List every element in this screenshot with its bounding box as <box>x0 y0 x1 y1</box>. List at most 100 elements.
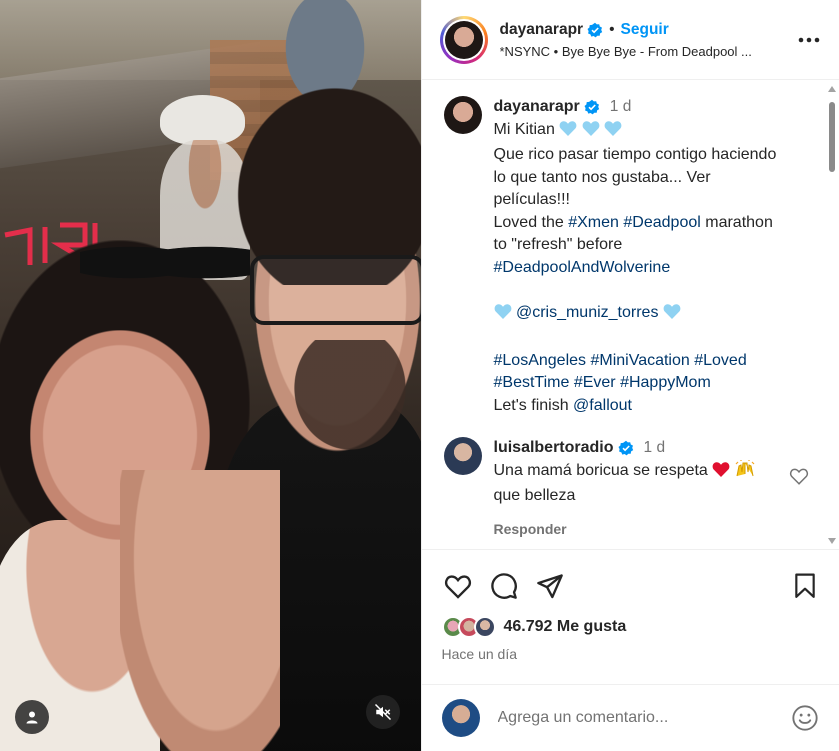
blue-heart-icon <box>582 120 600 145</box>
comment-item: luisalbertoradio 1 d Una mamá boricua se… <box>422 417 839 540</box>
bookmark-icon <box>795 573 815 598</box>
post-header: dayanarapr • Seguir *NSYNC • Bye Bye Bye… <box>421 0 839 80</box>
author-avatar-story-ring[interactable] <box>439 15 488 64</box>
comment-line-1: Una mamá boricua se respeta <box>493 459 782 486</box>
hashtag-besttime[interactable]: #BestTime <box>494 374 570 391</box>
heart-icon <box>444 575 471 599</box>
comment-time[interactable]: 1 d <box>644 437 666 460</box>
comment-line-2: que belleza <box>493 487 576 504</box>
user-icon <box>26 711 38 724</box>
avatar <box>443 96 482 134</box>
caption-line-7: #DeadpoolAndWolverine <box>494 257 810 280</box>
man-beard <box>285 340 415 460</box>
tagged-users-button[interactable] <box>15 700 49 734</box>
blue-heart-icon <box>604 120 622 145</box>
reply-button[interactable]: Responder <box>494 518 782 541</box>
man-arm <box>120 470 280 751</box>
hashtag-happymom[interactable]: #HappyMom <box>620 374 711 391</box>
more-options-button[interactable] <box>795 26 823 54</box>
comment-text: Una mamá boricua se respeta <box>493 461 708 479</box>
action-bar <box>422 560 839 612</box>
caption-comment: dayanarapr 1 d Mi Kitian Que rico pasar … <box>422 80 839 417</box>
caption-line-hashtags-1: #LosAngeles #MiniVacation #Loved <box>494 350 810 373</box>
comment-button[interactable] <box>488 570 520 602</box>
comment-row: luisalbertoradio 1 d Una mamá boricua se… <box>494 437 810 540</box>
instagram-post-modal: dayanarapr • Seguir *NSYNC • Bye Bye Bye… <box>0 0 839 751</box>
hashtag-ever[interactable]: #Ever <box>574 374 616 391</box>
comments-scrollbar[interactable] <box>827 82 837 548</box>
comment-body: luisalbertoradio 1 d Una mamá boricua se… <box>494 437 810 540</box>
caption-line-5: Loved the #Xmen #Deadpool marathon <box>494 212 810 235</box>
comment-text-block: luisalbertoradio 1 d Una mamá boricua se… <box>494 437 782 540</box>
mention-fallout[interactable]: @fallout <box>573 397 632 414</box>
caption-text: Mi Kitian <box>493 120 555 138</box>
hashtag-losangeles[interactable]: #LosAngeles <box>494 352 587 369</box>
eyeglasses <box>250 255 421 325</box>
red-heart-icon <box>712 461 730 486</box>
header-text: dayanarapr • Seguir *NSYNC • Bye Bye Bye… <box>500 21 796 59</box>
likes-count[interactable]: 46.792 Me gusta <box>504 618 627 636</box>
liker-avatar <box>473 616 496 638</box>
caption-header: dayanarapr 1 d <box>494 96 810 119</box>
emoji-button[interactable] <box>789 702 821 734</box>
hashtag-xmen[interactable]: #Xmen <box>568 214 619 231</box>
blue-heart-icon <box>559 120 577 145</box>
verified-badge-icon <box>587 22 603 38</box>
author-username[interactable]: dayanarapr <box>500 21 584 39</box>
mention-cris-muniz-torres[interactable]: @cris_muniz_torres <box>516 304 659 321</box>
comment-like-button[interactable] <box>789 467 809 540</box>
avatar <box>444 20 483 59</box>
current-user-avatar[interactable] <box>441 699 480 737</box>
liker-avatars <box>441 616 496 638</box>
send-icon <box>536 574 563 599</box>
caption-text: Loved the <box>493 213 569 231</box>
commenter-username[interactable]: luisalbertoradio <box>494 437 614 460</box>
scroll-thumb[interactable] <box>829 102 835 172</box>
hashtag-loved[interactable]: #Loved <box>694 352 747 369</box>
caption-body: dayanarapr 1 d Mi Kitian Que rico pasar … <box>494 96 810 417</box>
caption-line-finish: Let's finish @fallout <box>494 395 810 418</box>
caption-line-2: Que rico pasar tiempo contigo haciendo <box>493 146 777 163</box>
like-button[interactable] <box>442 570 474 602</box>
caption-username[interactable]: dayanarapr <box>494 96 580 119</box>
avatar-ring-inner <box>442 18 485 61</box>
hashtag-deadpool[interactable]: #Deadpool <box>623 214 700 231</box>
caption-author-avatar[interactable] <box>443 96 482 134</box>
speaker-muted-icon <box>374 703 392 721</box>
sunglasses <box>80 235 250 290</box>
scroll-down-arrow-icon[interactable] <box>828 538 836 544</box>
blue-heart-icon <box>663 303 681 328</box>
post-media[interactable] <box>0 0 421 751</box>
caption-line-mention: @cris_muniz_torres <box>494 302 810 328</box>
caption-line-4: películas!!! <box>493 191 570 208</box>
hashtag-deadpoolandwolverine[interactable]: #DeadpoolAndWolverine <box>494 259 671 276</box>
smiley-icon <box>792 705 818 731</box>
caption-line-hashtags-2: #BestTime #Ever #HappyMom <box>494 372 810 395</box>
caption-line-1: Mi Kitian <box>494 119 810 145</box>
hashtag-minivacation[interactable]: #MiniVacation <box>590 352 689 369</box>
post-date[interactable]: Hace un día <box>422 642 839 662</box>
audio-track-link[interactable]: *NSYNC • Bye Bye Bye - From Deadpool ... <box>500 44 796 59</box>
post-details-panel: dayanarapr • Seguir *NSYNC • Bye Bye Bye… <box>420 0 839 751</box>
avatar <box>443 437 482 475</box>
share-button[interactable] <box>534 570 566 602</box>
comment-input[interactable] <box>495 708 789 728</box>
child-cap <box>160 95 245 145</box>
blue-heart-icon <box>494 303 512 328</box>
comment-bubble-icon <box>490 573 517 599</box>
caption-time[interactable]: 1 d <box>610 96 632 119</box>
commenter-avatar[interactable] <box>443 437 482 475</box>
scroll-up-arrow-icon[interactable] <box>828 86 836 92</box>
likes-summary[interactable]: 46.792 Me gusta <box>422 612 839 642</box>
caption-text: marathon <box>700 213 773 231</box>
caption-line-6: to "refresh" before <box>493 236 623 253</box>
caption-line-3: lo que tanto nos gustaba... Ver <box>493 168 711 186</box>
raised-hands-icon <box>735 459 755 486</box>
comments-section[interactable]: dayanarapr 1 d Mi Kitian Que rico pasar … <box>421 80 839 550</box>
comment-header: luisalbertoradio 1 d <box>494 437 782 460</box>
save-button[interactable] <box>789 570 821 602</box>
follow-button[interactable]: Seguir <box>621 21 669 39</box>
mute-button[interactable] <box>366 695 400 729</box>
